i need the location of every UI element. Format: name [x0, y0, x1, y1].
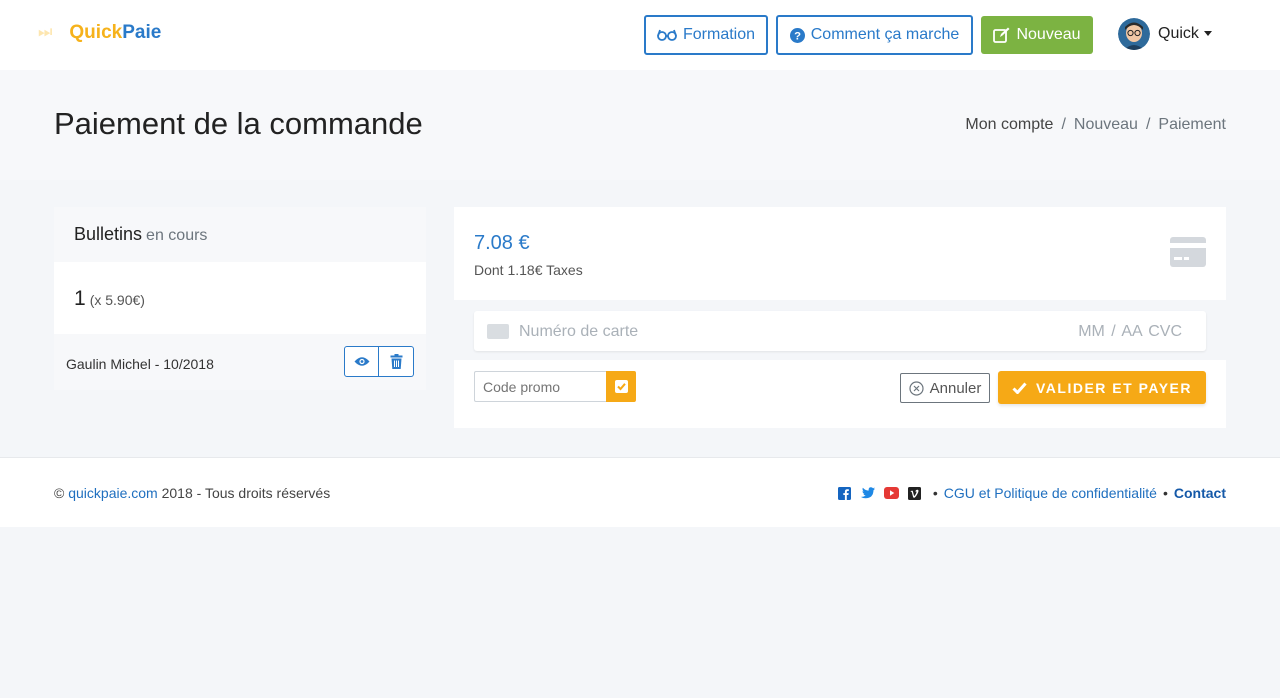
footer-links: • CGU et Politique de confidentialité • … [837, 485, 1226, 501]
facebook-icon[interactable] [837, 486, 851, 500]
bulletin-item-label: Gaulin Michel - 10/2018 [66, 356, 214, 372]
twitter-icon[interactable] [860, 486, 875, 500]
close-circle-icon [909, 380, 924, 396]
bulletins-subtitle: en cours [146, 227, 208, 244]
logo-text-quick: Quick [69, 22, 123, 43]
edit-icon [993, 27, 1010, 43]
validate-pay-label: VALIDER ET PAYER [1036, 379, 1192, 396]
unit-price: (x 5.90€) [89, 292, 145, 308]
footer: © quickpaie.com 2018 - Tous droits réser… [0, 457, 1280, 527]
footer-copyright: © quickpaie.com 2018 - Tous droits réser… [54, 485, 330, 501]
page-title: Paiement de la commande [54, 106, 423, 141]
site-link[interactable]: quickpaie.com [68, 485, 158, 501]
logo-text-paie: Paie [122, 22, 162, 43]
svg-text:?: ? [794, 30, 801, 42]
cgu-link[interactable]: CGU et Politique de confidentialité [944, 485, 1157, 501]
list-item: Gaulin Michel - 10/2018 [54, 334, 426, 390]
promo-code-input[interactable] [474, 371, 607, 402]
formation-button[interactable]: Formation [644, 15, 768, 55]
bulletins-title: Bulletins en cours [74, 224, 207, 245]
rights-text: 2018 - Tous droits réservés [161, 485, 331, 501]
eye-icon [354, 357, 369, 366]
taxes-amount: Dont 1.18€ Taxes [474, 262, 583, 278]
validate-pay-button[interactable]: VALIDER ET PAYER [998, 371, 1206, 404]
breadcrumb-new[interactable]: Nouveau [1074, 116, 1138, 134]
formation-label: Formation [682, 26, 756, 43]
card-number-field[interactable]: Numéro de carte MM / AA CVC [474, 311, 1206, 351]
contact-link[interactable]: Contact [1174, 485, 1226, 501]
card-expiry-cvc-placeholder[interactable]: MM / AA CVC [1078, 323, 1182, 341]
question-circle-icon: ? [789, 27, 805, 43]
bulletins-count-value: 1 [74, 287, 86, 310]
cancel-button[interactable]: Annuler [900, 373, 990, 403]
trash-icon [390, 354, 402, 369]
credit-card-icon [1170, 237, 1206, 272]
cancel-label: Annuler [929, 379, 982, 397]
footer-separator: • [1162, 485, 1168, 501]
logo-mark-icon: ⏭ [38, 24, 53, 41]
copyright-symbol: © [54, 485, 65, 501]
bulletins-count: 1 (x 5.90€) [74, 287, 145, 311]
breadcrumb: Mon compte / Nouveau / Paiement [965, 116, 1226, 134]
logo[interactable]: ⏭ QuickPaie [38, 22, 161, 44]
caret-down-icon[interactable] [1204, 31, 1212, 36]
bulletins-card: Bulletins en cours 1 (x 5.90€) Gaulin Mich… [54, 207, 426, 390]
how-it-works-label: Comment ça marche [810, 26, 960, 43]
user-menu-toggle[interactable]: Quick [1158, 25, 1199, 43]
delete-button[interactable] [379, 346, 414, 377]
breadcrumb-separator: / [1145, 116, 1151, 133]
bulletins-card-header: Bulletins en cours [54, 207, 426, 262]
glasses-icon [657, 29, 677, 41]
bulletin-actions [344, 346, 414, 377]
youtube-icon[interactable] [883, 487, 899, 499]
check-icon [1012, 382, 1027, 394]
total-amount: 7.08 € [474, 232, 530, 254]
payment-card: 7.08 € Dont 1.18€ Taxes Numéro de carte … [454, 207, 1226, 428]
view-button[interactable] [344, 346, 379, 377]
social-links [837, 486, 921, 500]
new-button[interactable]: Nouveau [981, 16, 1093, 54]
breadcrumb-account[interactable]: Mon compte [965, 116, 1053, 134]
apply-promo-button[interactable] [606, 371, 636, 402]
check-square-icon [614, 380, 628, 393]
breadcrumb-current: Paiement [1158, 116, 1226, 133]
breadcrumb-separator: / [1061, 116, 1066, 133]
bulletins-title-text: Bulletins [74, 224, 143, 244]
vimeo-icon[interactable] [907, 486, 921, 500]
card-brand-icon [487, 324, 509, 339]
new-label: Nouveau [1016, 26, 1081, 43]
user-avatar[interactable] [1118, 18, 1150, 50]
card-number-placeholder: Numéro de carte [519, 323, 639, 340]
logo-text: QuickPaie [69, 22, 161, 44]
how-it-works-button[interactable]: ? Comment ça marche [776, 15, 973, 55]
footer-separator: • [932, 485, 938, 501]
top-navbar: ⏭ QuickPaie Formation ? Comment ça march… [0, 0, 1280, 70]
